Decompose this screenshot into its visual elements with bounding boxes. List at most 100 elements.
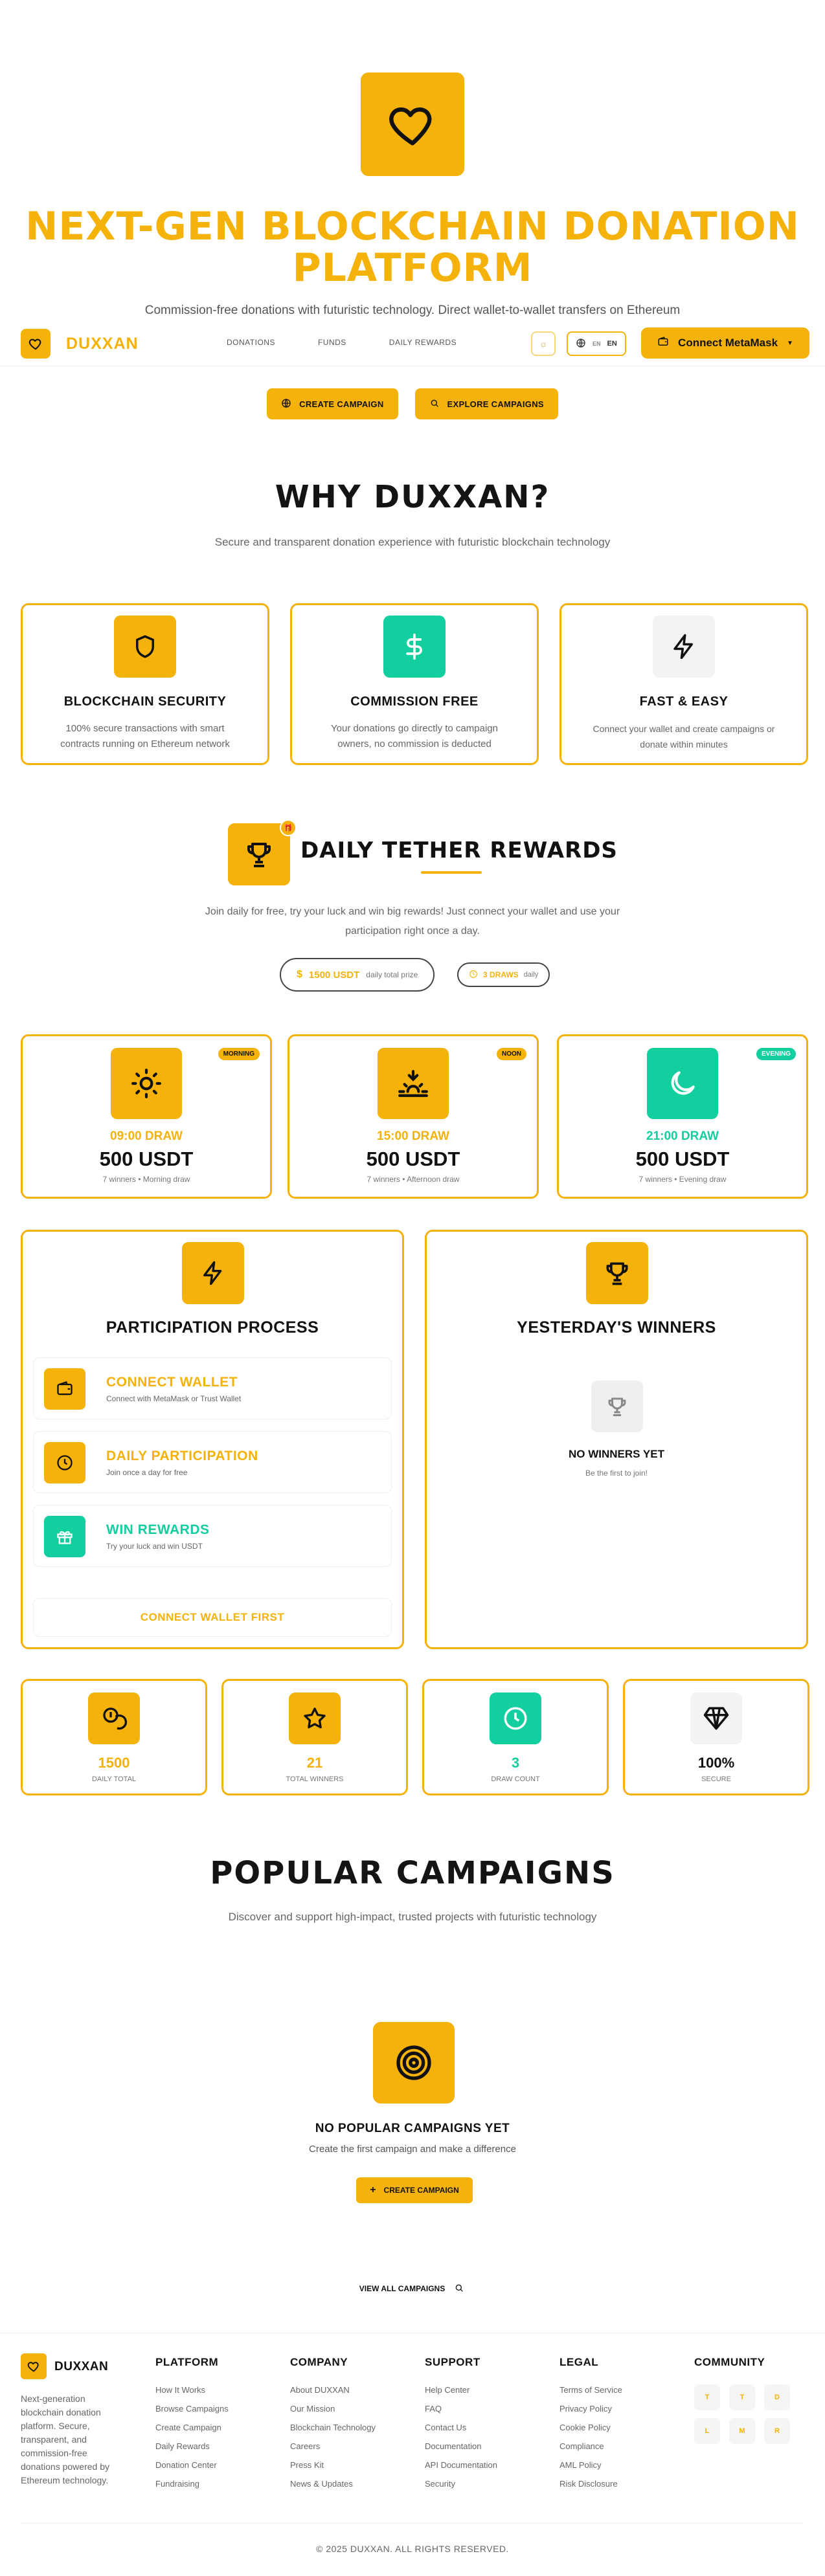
footer-link[interactable]: Terms of Service bbox=[559, 2381, 622, 2399]
feature-card-security: BLOCKCHAIN SECURITY 100% secure transact… bbox=[21, 603, 269, 765]
gift-icon bbox=[44, 1516, 85, 1557]
footer-link[interactable]: API Documentation bbox=[425, 2456, 497, 2474]
sun-icon: ☼ bbox=[539, 339, 548, 349]
social-linkedin-icon[interactable]: L bbox=[694, 2418, 720, 2444]
social-discord-icon[interactable]: D bbox=[764, 2384, 790, 2410]
draw-note: 7 winners • Morning draw bbox=[102, 1175, 190, 1184]
language-label: EN bbox=[607, 340, 617, 348]
footer-heart-icon[interactable] bbox=[21, 2353, 47, 2379]
footer-link[interactable]: Risk Disclosure bbox=[559, 2474, 622, 2493]
draw-amount: 500 USDT bbox=[99, 1148, 194, 1170]
draw-note: 7 winners • Afternoon draw bbox=[367, 1175, 460, 1184]
footer-column-legal: LEGAL Terms of Service Privacy Policy Co… bbox=[559, 2356, 622, 2493]
theme-toggle-button[interactable]: ☼ bbox=[531, 331, 556, 356]
trophy-icon bbox=[586, 1242, 648, 1304]
footer-link[interactable]: Our Mission bbox=[290, 2399, 376, 2418]
footer-link[interactable]: Create Campaign bbox=[155, 2418, 229, 2437]
footer-link[interactable]: Fundraising bbox=[155, 2474, 229, 2493]
footer-link[interactable]: Careers bbox=[290, 2437, 376, 2456]
logo-heart-icon[interactable] bbox=[21, 329, 51, 359]
flag-code: EN bbox=[593, 340, 601, 347]
feature-title: BLOCKCHAIN SECURITY bbox=[63, 694, 227, 709]
view-all-campaigns-button[interactable]: VIEW ALL CAMPAIGNS bbox=[343, 2272, 480, 2305]
footer-link[interactable]: About DUXXAN bbox=[290, 2381, 376, 2399]
step-text: Try your luck and win USDT bbox=[106, 1542, 203, 1551]
step-text: Join once a day for free bbox=[106, 1468, 188, 1477]
stat-label: DAILY TOTAL bbox=[91, 1775, 137, 1783]
nav-link-daily-rewards[interactable]: DAILY REWARDS bbox=[389, 338, 457, 347]
search-icon bbox=[454, 2283, 464, 2295]
draw-amount: 500 USDT bbox=[635, 1148, 730, 1170]
footer-link[interactable]: Blockchain Technology bbox=[290, 2418, 376, 2437]
diamond-icon bbox=[690, 1693, 742, 1744]
connect-metamask-button[interactable]: Connect MetaMask ▼ bbox=[641, 328, 809, 359]
moon-icon bbox=[647, 1048, 718, 1119]
draw-tag: EVENING bbox=[756, 1048, 796, 1060]
footer-link[interactable]: Compliance bbox=[559, 2437, 622, 2456]
social-reddit-icon[interactable]: R bbox=[764, 2418, 790, 2444]
dollar-icon: $ bbox=[297, 969, 302, 980]
wallet-icon bbox=[44, 1368, 85, 1410]
social-telegram-icon[interactable]: T bbox=[729, 2384, 755, 2410]
stat-value: 21 bbox=[306, 1755, 323, 1771]
sunset-icon bbox=[378, 1048, 449, 1119]
create-campaign-button[interactable]: CREATE CAMPAIGN bbox=[267, 388, 398, 419]
stat-value: 1500 bbox=[98, 1755, 130, 1771]
brand-name[interactable]: DUXXAN bbox=[66, 335, 139, 353]
shield-icon bbox=[114, 616, 176, 678]
winners-title: YESTERDAY'S WINNERS bbox=[517, 1318, 716, 1337]
footer-link[interactable]: Help Center bbox=[425, 2381, 497, 2399]
prize-pill: $ 1500 USDT daily total prize bbox=[280, 958, 435, 992]
feature-card-commission: COMMISSION FREE Your donations go direct… bbox=[290, 603, 539, 765]
footer-link[interactable]: Security bbox=[425, 2474, 497, 2493]
footer-link[interactable]: Browse Campaigns bbox=[155, 2399, 229, 2418]
no-campaigns-subtitle: Create the first campaign and make a dif… bbox=[309, 2144, 516, 2155]
footer-link[interactable]: Privacy Policy bbox=[559, 2399, 622, 2418]
stat-total-winners: 21 TOTAL WINNERS bbox=[221, 1679, 408, 1795]
footer-column-title: LEGAL bbox=[559, 2356, 599, 2368]
globe-icon bbox=[281, 398, 291, 410]
draw-amount: 500 USDT bbox=[366, 1148, 460, 1170]
no-winners-subtitle: Be the first to join! bbox=[585, 1469, 648, 1478]
chevron-down-icon: ▼ bbox=[787, 339, 793, 347]
footer-link[interactable]: News & Updates bbox=[290, 2474, 376, 2493]
footer-link[interactable]: Daily Rewards bbox=[155, 2437, 229, 2456]
create-campaign-label: CREATE CAMPAIGN bbox=[383, 2186, 459, 2195]
language-button[interactable]: EN EN bbox=[567, 331, 626, 356]
footer-column-title: PLATFORM bbox=[155, 2356, 219, 2368]
draw-tag: NOON bbox=[497, 1048, 526, 1060]
footer-column-platform: PLATFORM How It Works Browse Campaigns C… bbox=[155, 2356, 229, 2493]
title-underline bbox=[421, 871, 482, 874]
step-connect-wallet: CONNECT WALLET Connect with MetaMask or … bbox=[33, 1357, 392, 1419]
footer-link[interactable]: Documentation bbox=[425, 2437, 497, 2456]
connect-wallet-first-button[interactable]: CONNECT WALLET FIRST bbox=[33, 1598, 392, 1637]
nav-link-funds[interactable]: FUNDS bbox=[318, 338, 346, 347]
connect-metamask-label: Connect MetaMask bbox=[678, 337, 778, 349]
step-title: WIN REWARDS bbox=[106, 1522, 210, 1537]
create-campaign-button-secondary[interactable]: + CREATE CAMPAIGN bbox=[356, 2177, 473, 2203]
footer-link[interactable]: FAQ bbox=[425, 2399, 497, 2418]
lightning-icon bbox=[182, 1242, 244, 1304]
social-twitter-icon[interactable]: T bbox=[694, 2384, 720, 2410]
feature-text: Connect your wallet and create campaigns… bbox=[593, 724, 775, 749]
stat-value: 100% bbox=[697, 1755, 735, 1771]
draw-note: 7 winners • Evening draw bbox=[639, 1175, 727, 1184]
footer-column-company: COMPANY About DUXXAN Our Mission Blockch… bbox=[290, 2356, 376, 2493]
footer-link[interactable]: How It Works bbox=[155, 2381, 229, 2399]
footer-link[interactable]: Cookie Policy bbox=[559, 2418, 622, 2437]
social-medium-icon[interactable]: M bbox=[729, 2418, 755, 2444]
footer-link[interactable]: AML Policy bbox=[559, 2456, 622, 2474]
nav-link-donations[interactable]: DONATIONS bbox=[227, 338, 275, 347]
participation-card: PARTICIPATION PROCESS CONNECT WALLET Con… bbox=[21, 1230, 404, 1649]
navbar: DUXXAN DONATIONS FUNDS DAILY REWARDS ☼ E… bbox=[0, 320, 825, 366]
footer-link[interactable]: Press Kit bbox=[290, 2456, 376, 2474]
footer-link[interactable]: Donation Center bbox=[155, 2456, 229, 2474]
prize-value: 1500 USDT bbox=[308, 969, 360, 981]
explore-campaigns-button[interactable]: EXPLORE CAMPAIGNS bbox=[414, 388, 558, 419]
clock-icon bbox=[490, 1693, 541, 1744]
winners-card: YESTERDAY'S WINNERS NO WINNERS YET Be th… bbox=[425, 1230, 808, 1649]
footer-link[interactable]: Contact Us bbox=[425, 2418, 497, 2437]
stat-label: DRAW COUNT bbox=[491, 1775, 540, 1783]
dollar-icon bbox=[383, 616, 446, 678]
create-campaign-label: CREATE CAMPAIGN bbox=[299, 399, 384, 409]
